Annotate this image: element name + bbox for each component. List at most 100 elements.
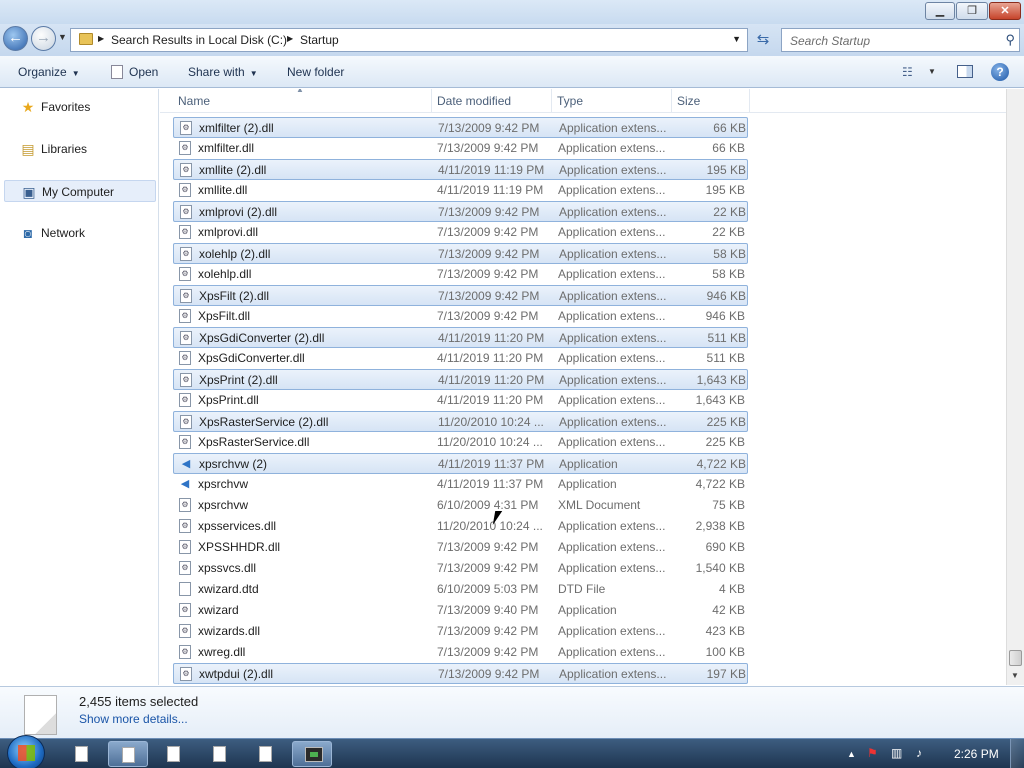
table-row[interactable]: ⚙ xpssvcs.dll 7/13/2009 9:42 PM Application…	[173, 558, 748, 579]
sidebar-item-network[interactable]: ◙ Network	[4, 222, 156, 244]
table-row[interactable]: ⚙ XPSSHHDR.dll 7/13/2009 9:42 PM Applicatio…	[173, 537, 748, 558]
taskbar-app-2[interactable]	[108, 741, 148, 767]
taskbar-app-4[interactable]	[200, 741, 240, 767]
breadcrumb-search-results[interactable]: Search Results in Local Disk (C:)	[111, 33, 287, 47]
address-dropdown-icon[interactable]: ▼	[732, 34, 741, 44]
sidebar-item-my-computer[interactable]: ▣ My Computer	[4, 180, 156, 202]
file-type: Application extens...	[559, 289, 667, 303]
table-row[interactable]: ⚙ XpsGdiConverter.dll 4/11/2019 11:20 PM Ap…	[173, 348, 748, 369]
file-name: XPSSHHDR.dll	[198, 540, 281, 554]
network-status-icon[interactable]: ▥	[891, 746, 902, 760]
taskbar-app-3[interactable]	[154, 741, 194, 767]
breadcrumb-separator-icon[interactable]: ▶	[287, 34, 293, 43]
column-header-size[interactable]: Size	[672, 89, 750, 113]
change-view-icon[interactable]: ☷	[902, 65, 913, 79]
dll-file-icon: ⚙	[179, 267, 191, 281]
sidebar-item-libraries[interactable]: ▤ Libraries	[4, 138, 156, 160]
share-with-label: Share with	[188, 65, 245, 79]
file-date-modified: 4/11/2019 11:20 PM	[437, 351, 544, 365]
navigation-bar: ← → ▼ ▶ Search Results in Local Disk (C:…	[0, 24, 1024, 56]
forward-button[interactable]: →	[31, 26, 56, 51]
table-row[interactable]: ⚙ XpsPrint (2).dll 4/11/2019 11:20 PM Appli…	[173, 369, 748, 390]
dll-file-icon: ⚙	[180, 331, 192, 345]
table-row[interactable]: ◀ xpsrchvw (2) 4/11/2019 11:37 PM Applicati…	[173, 453, 748, 474]
address-bar[interactable]: ▶ Search Results in Local Disk (C:) ▶ St…	[70, 28, 748, 52]
table-row[interactable]: ⚙ xmllite (2).dll 4/11/2019 11:19 PM Applic…	[173, 159, 748, 180]
file-date-modified: 4/11/2019 11:19 PM	[438, 163, 545, 177]
table-row[interactable]: ⚙ xmllite.dll 4/11/2019 11:19 PM Applicatio…	[173, 180, 748, 201]
search-icon[interactable]: ⚲	[1005, 32, 1015, 48]
dll-file-icon: ⚙	[179, 645, 191, 659]
search-input[interactable]: Search Startup	[790, 34, 870, 48]
sort-ascending-icon: ▲	[296, 89, 304, 94]
help-icon[interactable]: ?	[991, 63, 1009, 81]
back-button[interactable]: ←	[3, 26, 28, 51]
file-name: XpsPrint (2).dll	[199, 373, 278, 387]
table-row[interactable]: xwizard.dtd 6/10/2009 5:03 PM DTD File 4 KB	[173, 579, 748, 600]
table-row[interactable]: ◀ xpsrchvw 4/11/2019 11:37 PM Application 4,…	[173, 474, 748, 495]
table-row[interactable]: ⚙ XpsRasterService (2).dll 11/20/2010 10:2…	[173, 411, 748, 432]
table-row[interactable]: ⚙ xpsservices.dll 11/20/2010 10:24 ... Appl…	[173, 516, 748, 537]
table-row[interactable]: ⚙ XpsFilt (2).dll 7/13/2009 9:42 PM Applica…	[173, 285, 748, 306]
file-name: xpsrchvw (2)	[199, 457, 268, 471]
file-name: xolehlp (2).dll	[199, 247, 271, 261]
file-type: Application extens...	[559, 331, 667, 345]
file-type: Application extens...	[558, 645, 666, 659]
column-header-type[interactable]: Type	[552, 89, 672, 113]
volume-icon[interactable]: ♪	[916, 746, 922, 760]
share-with-button[interactable]: Share with ▼	[188, 65, 258, 79]
preview-pane-icon[interactable]	[957, 65, 973, 78]
organize-button[interactable]: Organize ▼	[18, 65, 80, 79]
table-row[interactable]: ⚙ xwizard 7/13/2009 9:40 PM Application 42 K…	[173, 600, 748, 621]
table-row[interactable]: ⚙ xmlprovi (2).dll 7/13/2009 9:42 PM Applic…	[173, 201, 748, 222]
file-size: 58 KB	[713, 247, 746, 261]
vertical-scrollbar[interactable]: ▼	[1006, 89, 1024, 685]
file-date-modified: 7/13/2009 9:42 PM	[437, 540, 539, 554]
view-options-dropdown-icon[interactable]: ▼	[928, 67, 936, 76]
recent-pages-dropdown[interactable]: ▼	[58, 32, 67, 42]
open-button[interactable]: Open	[111, 65, 158, 79]
breadcrumb-startup[interactable]: Startup	[300, 33, 339, 47]
file-size: 4 KB	[718, 582, 745, 596]
taskbar-app-1[interactable]	[62, 741, 102, 767]
file-size: 75 KB	[712, 498, 745, 512]
taskbar-app-5[interactable]	[246, 741, 286, 767]
table-row[interactable]: ⚙ xolehlp.dll 7/13/2009 9:42 PM Application…	[173, 264, 748, 285]
close-button[interactable]: ✕	[989, 2, 1021, 20]
scrollbar-thumb[interactable]	[1009, 650, 1022, 666]
table-row[interactable]: ⚙ xwizards.dll 7/13/2009 9:42 PM Applicatio…	[173, 621, 748, 642]
table-row[interactable]: ⚙ xwreg.dll 7/13/2009 9:42 PM Application e…	[173, 642, 748, 663]
show-hidden-icons-icon[interactable]: ▲	[847, 749, 856, 759]
table-row[interactable]: ⚙ xmlprovi.dll 7/13/2009 9:42 PM Applicatio…	[173, 222, 748, 243]
navigation-pane: ★ Favorites ▤ Libraries ▣ My Computer ◙ …	[0, 89, 159, 685]
minimize-button[interactable]: ▁	[925, 2, 955, 20]
show-more-details-link[interactable]: Show more details...	[79, 712, 188, 726]
table-row[interactable]: ⚙ xwtpdui (2).dll 7/13/2009 9:42 PM Applica…	[173, 663, 748, 684]
scroll-down-icon[interactable]: ▼	[1011, 671, 1019, 680]
maximize-button[interactable]: ❐	[956, 2, 988, 20]
search-box[interactable]: Search Startup ⚲	[781, 28, 1020, 52]
column-label: Date modified	[437, 94, 512, 108]
table-row[interactable]: ⚙ XpsRasterService.dll 11/20/2010 10:24 ..…	[173, 432, 748, 453]
table-row[interactable]: ⚙ xmlfilter (2).dll 7/13/2009 9:42 PM Appli…	[173, 117, 748, 138]
table-row[interactable]: ⚙ XpsFilt.dll 7/13/2009 9:42 PM Application…	[173, 306, 748, 327]
sidebar-item-favorites[interactable]: ★ Favorites	[4, 96, 156, 118]
start-button[interactable]	[7, 735, 45, 768]
file-type: Application extens...	[559, 667, 667, 681]
table-row[interactable]: ⚙ xmlfilter.dll 7/13/2009 9:42 PM Applicati…	[173, 138, 748, 159]
file-date-modified: 6/10/2009 5:03 PM	[437, 582, 539, 596]
selection-count: 2,455 items selected	[79, 694, 199, 709]
taskbar-app-cmd[interactable]	[292, 741, 332, 767]
action-center-icon[interactable]: ⚑	[867, 746, 878, 760]
refresh-button[interactable]: ⇆	[752, 29, 774, 51]
table-row[interactable]: ⚙ xpsrchvw 6/10/2009 4:31 PM XML Document 75…	[173, 495, 748, 516]
new-folder-button[interactable]: New folder	[287, 65, 344, 79]
column-header-date-modified[interactable]: Date modified	[432, 89, 552, 113]
breadcrumb-separator-icon[interactable]: ▶	[98, 34, 104, 43]
table-row[interactable]: ⚙ XpsGdiConverter (2).dll 4/11/2019 11:20 …	[173, 327, 748, 348]
table-row[interactable]: ⚙ XpsPrint.dll 4/11/2019 11:20 PM Applicati…	[173, 390, 748, 411]
table-row[interactable]: ⚙ xolehlp (2).dll 7/13/2009 9:42 PM Applica…	[173, 243, 748, 264]
chevron-down-icon: ▼	[249, 69, 258, 78]
clock[interactable]: 2:26 PM	[954, 747, 999, 761]
show-desktop-button[interactable]	[1010, 739, 1024, 768]
